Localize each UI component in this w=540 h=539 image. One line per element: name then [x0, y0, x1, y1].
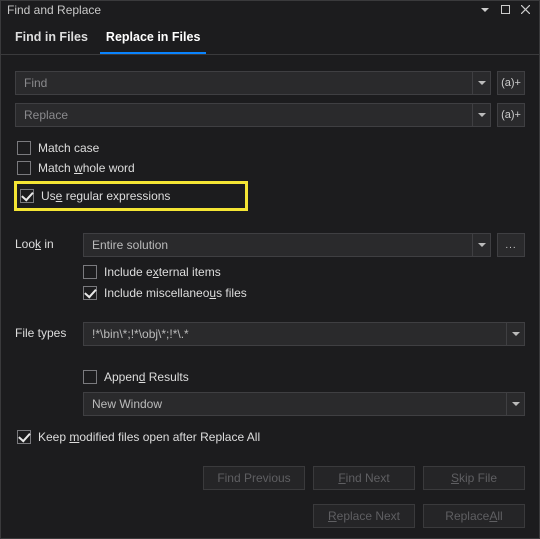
- match-case-checkbox[interactable]: Match case: [17, 141, 525, 155]
- misc-files-label: Include miscellaneous files: [104, 286, 247, 300]
- file-types-value: !*\bin\*;!*\obj\*;!*\.*: [84, 327, 506, 341]
- find-replace-window: Find and Replace Find in Files Replace i…: [0, 0, 540, 539]
- replace-history-dropdown[interactable]: [472, 104, 490, 126]
- checkbox-box: [17, 141, 31, 155]
- checkbox-box: [17, 430, 31, 444]
- find-next-button[interactable]: Find Next: [313, 466, 415, 490]
- results-window-dropdown[interactable]: New Window: [83, 392, 525, 416]
- keep-open-checkbox[interactable]: Keep modified files open after Replace A…: [17, 430, 525, 444]
- append-results-checkbox[interactable]: Append Results: [83, 370, 525, 384]
- results-window-value: New Window: [84, 397, 506, 411]
- checkbox-box: [20, 189, 34, 203]
- look-in-value: Entire solution: [84, 238, 472, 252]
- tab-replace-in-files[interactable]: Replace in Files: [100, 24, 206, 54]
- dropdown-icon[interactable]: [477, 2, 493, 18]
- look-in-dropdown[interactable]: Entire solution: [83, 233, 491, 257]
- whole-word-label: Match whole word: [38, 161, 135, 175]
- chevron-down-icon: [506, 393, 524, 415]
- browse-button[interactable]: ...: [497, 233, 525, 257]
- find-row: (a)+: [15, 71, 525, 95]
- chevron-down-icon: [472, 234, 490, 256]
- regex-highlight: Use regular expressions: [14, 181, 248, 211]
- whole-word-checkbox[interactable]: Match whole word: [17, 161, 525, 175]
- checkbox-box: [83, 286, 97, 300]
- keep-open-label: Keep modified files open after Replace A…: [38, 430, 260, 444]
- button-row-2: Replace Next Replace All: [15, 504, 525, 528]
- find-history-dropdown[interactable]: [472, 72, 490, 94]
- close-icon[interactable]: [517, 2, 533, 18]
- match-case-label: Match case: [38, 141, 99, 155]
- checkbox-box: [17, 161, 31, 175]
- replace-row: (a)+: [15, 103, 525, 127]
- external-items-checkbox[interactable]: Include external items: [83, 265, 525, 279]
- append-results-label: Append Results: [104, 370, 189, 384]
- tab-bar: Find in Files Replace in Files: [1, 18, 539, 55]
- file-types-input[interactable]: !*\bin\*;!*\obj\*;!*\.*: [83, 322, 525, 346]
- regex-label: Use regular expressions: [41, 189, 170, 203]
- find-input[interactable]: [16, 76, 472, 90]
- external-items-label: Include external items: [104, 265, 221, 279]
- look-in-label: Look in: [15, 233, 71, 251]
- look-in-section: Look in Entire solution ... Include exte…: [15, 233, 525, 300]
- find-expr-button[interactable]: (a)+: [497, 71, 525, 95]
- find-previous-button[interactable]: Find Previous: [203, 466, 305, 490]
- regex-checkbox[interactable]: Use regular expressions: [20, 189, 237, 203]
- find-input-wrap: [15, 71, 491, 95]
- options-group: Match case Match whole word Use regular …: [17, 141, 525, 211]
- file-types-label: File types: [15, 322, 71, 340]
- maximize-icon[interactable]: [497, 2, 513, 18]
- checkbox-box: [83, 370, 97, 384]
- replace-input[interactable]: [16, 108, 472, 122]
- replace-next-button[interactable]: Replace Next: [313, 504, 415, 528]
- chevron-down-icon: [506, 323, 524, 345]
- checkbox-box: [83, 265, 97, 279]
- window-title: Find and Replace: [7, 3, 473, 17]
- replace-input-wrap: [15, 103, 491, 127]
- misc-files-checkbox[interactable]: Include miscellaneous files: [83, 286, 525, 300]
- titlebar: Find and Replace: [1, 1, 539, 18]
- replace-expr-button[interactable]: (a)+: [497, 103, 525, 127]
- replace-all-button[interactable]: Replace All: [423, 504, 525, 528]
- button-row-1: Find Previous Find Next Skip File: [15, 466, 525, 490]
- tab-find-in-files[interactable]: Find in Files: [9, 24, 94, 54]
- panel-body: (a)+ (a)+ Match case Match whole word: [1, 55, 539, 538]
- skip-file-button[interactable]: Skip File: [423, 466, 525, 490]
- file-types-section: File types !*\bin\*;!*\obj\*;!*\.* Appen…: [15, 322, 525, 416]
